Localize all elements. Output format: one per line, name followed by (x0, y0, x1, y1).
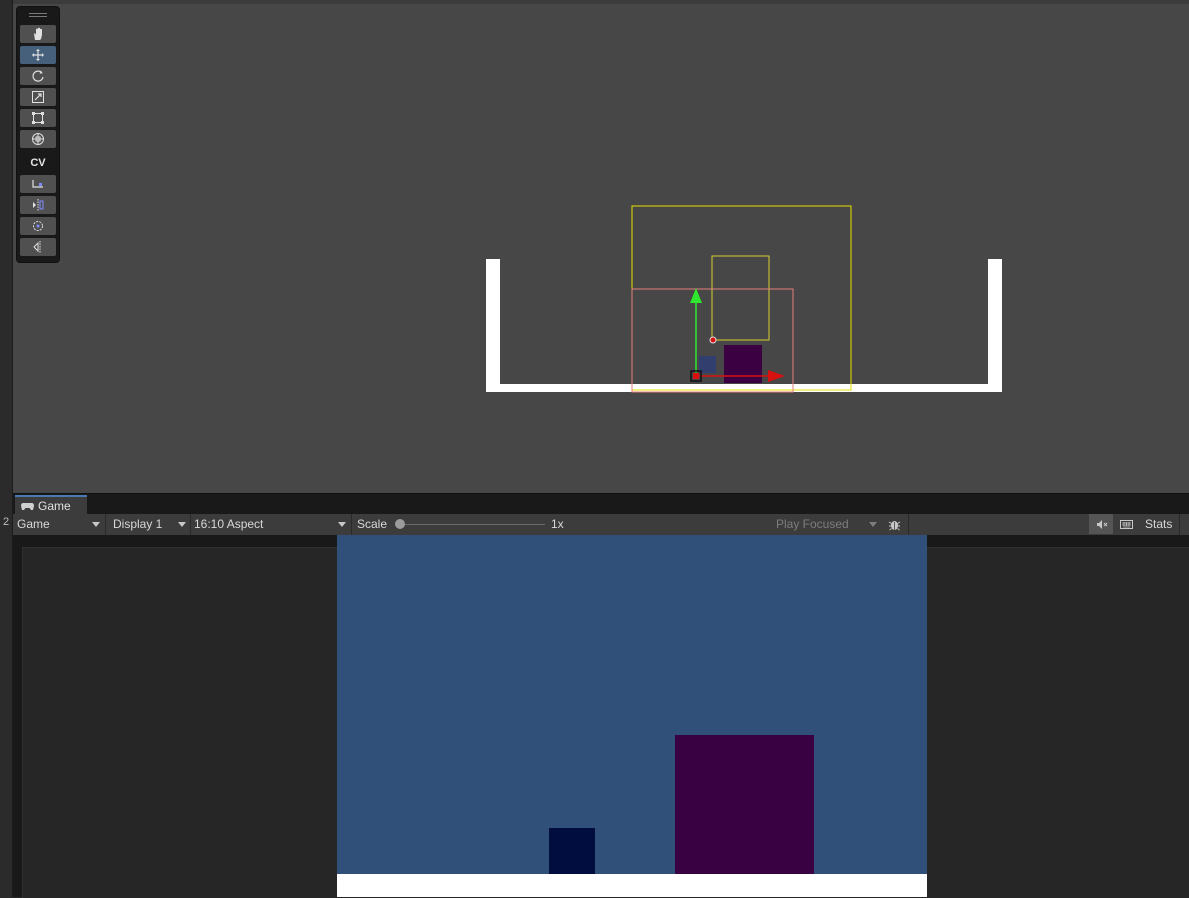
game-player-box (675, 735, 814, 874)
scale-slider[interactable] (401, 524, 545, 525)
gizmo-x-arrow (768, 370, 785, 382)
game-small-box (549, 828, 595, 874)
pivot-marker (709, 336, 717, 344)
gamepad-icon (21, 502, 34, 510)
gizmo-y-arrow (690, 288, 702, 303)
scene-view[interactable]: CV (13, 4, 1189, 493)
chevron-down-icon (92, 522, 100, 527)
debug-button[interactable] (882, 514, 906, 534)
stats-label: Stats (1145, 517, 1173, 531)
divider (351, 514, 352, 535)
speaker-mute-icon (1096, 519, 1107, 529)
game-view[interactable] (13, 535, 1189, 898)
bug-icon (888, 520, 900, 530)
scale-slider-handle[interactable] (395, 519, 405, 529)
aspect-select[interactable]: 16:10 Aspect (191, 514, 350, 534)
play-mode-select[interactable]: Play Focused (773, 514, 881, 534)
divider (1179, 514, 1180, 535)
tab-game-label: Game (38, 499, 71, 513)
left-gutter-label: 2 (2, 516, 10, 528)
stats-button[interactable]: Stats (1142, 514, 1178, 534)
camera-inner-frame (711, 255, 770, 341)
scale-label: Scale (357, 517, 388, 531)
scene-canvas (486, 205, 1002, 393)
scene-ground (486, 384, 1002, 392)
chevron-down-icon (178, 522, 186, 527)
shortcuts-button[interactable] (1114, 514, 1138, 534)
scene-player-box (724, 345, 762, 383)
view-select[interactable]: Game (14, 514, 104, 534)
divider (105, 514, 106, 535)
tab-game[interactable]: Game (15, 495, 87, 515)
gizmo-center-inner (693, 373, 699, 379)
mute-audio-button[interactable] (1089, 514, 1113, 534)
scene-right-wall (988, 259, 1002, 392)
scale-value: 1x (551, 517, 564, 531)
aspect-select-value: 16:10 Aspect (194, 517, 264, 531)
game-render-viewport[interactable] (337, 535, 927, 897)
display-select[interactable]: Display 1 (110, 514, 190, 534)
game-toolbar: Game Display 1 16:10 Aspect Scale 1x Pla… (13, 514, 1189, 536)
display-select-value: Display 1 (113, 517, 163, 531)
game-ground (337, 874, 927, 897)
view-select-value: Game (17, 517, 50, 531)
play-mode-select-value: Play Focused (776, 517, 849, 531)
game-tab-bar: Game (13, 493, 1189, 515)
chevron-down-icon (338, 522, 346, 527)
chevron-down-icon (869, 522, 877, 527)
keyboard-icon (1119, 519, 1133, 529)
divider (908, 514, 909, 535)
left-panel-edge (0, 0, 13, 897)
scene-left-wall (486, 259, 500, 392)
